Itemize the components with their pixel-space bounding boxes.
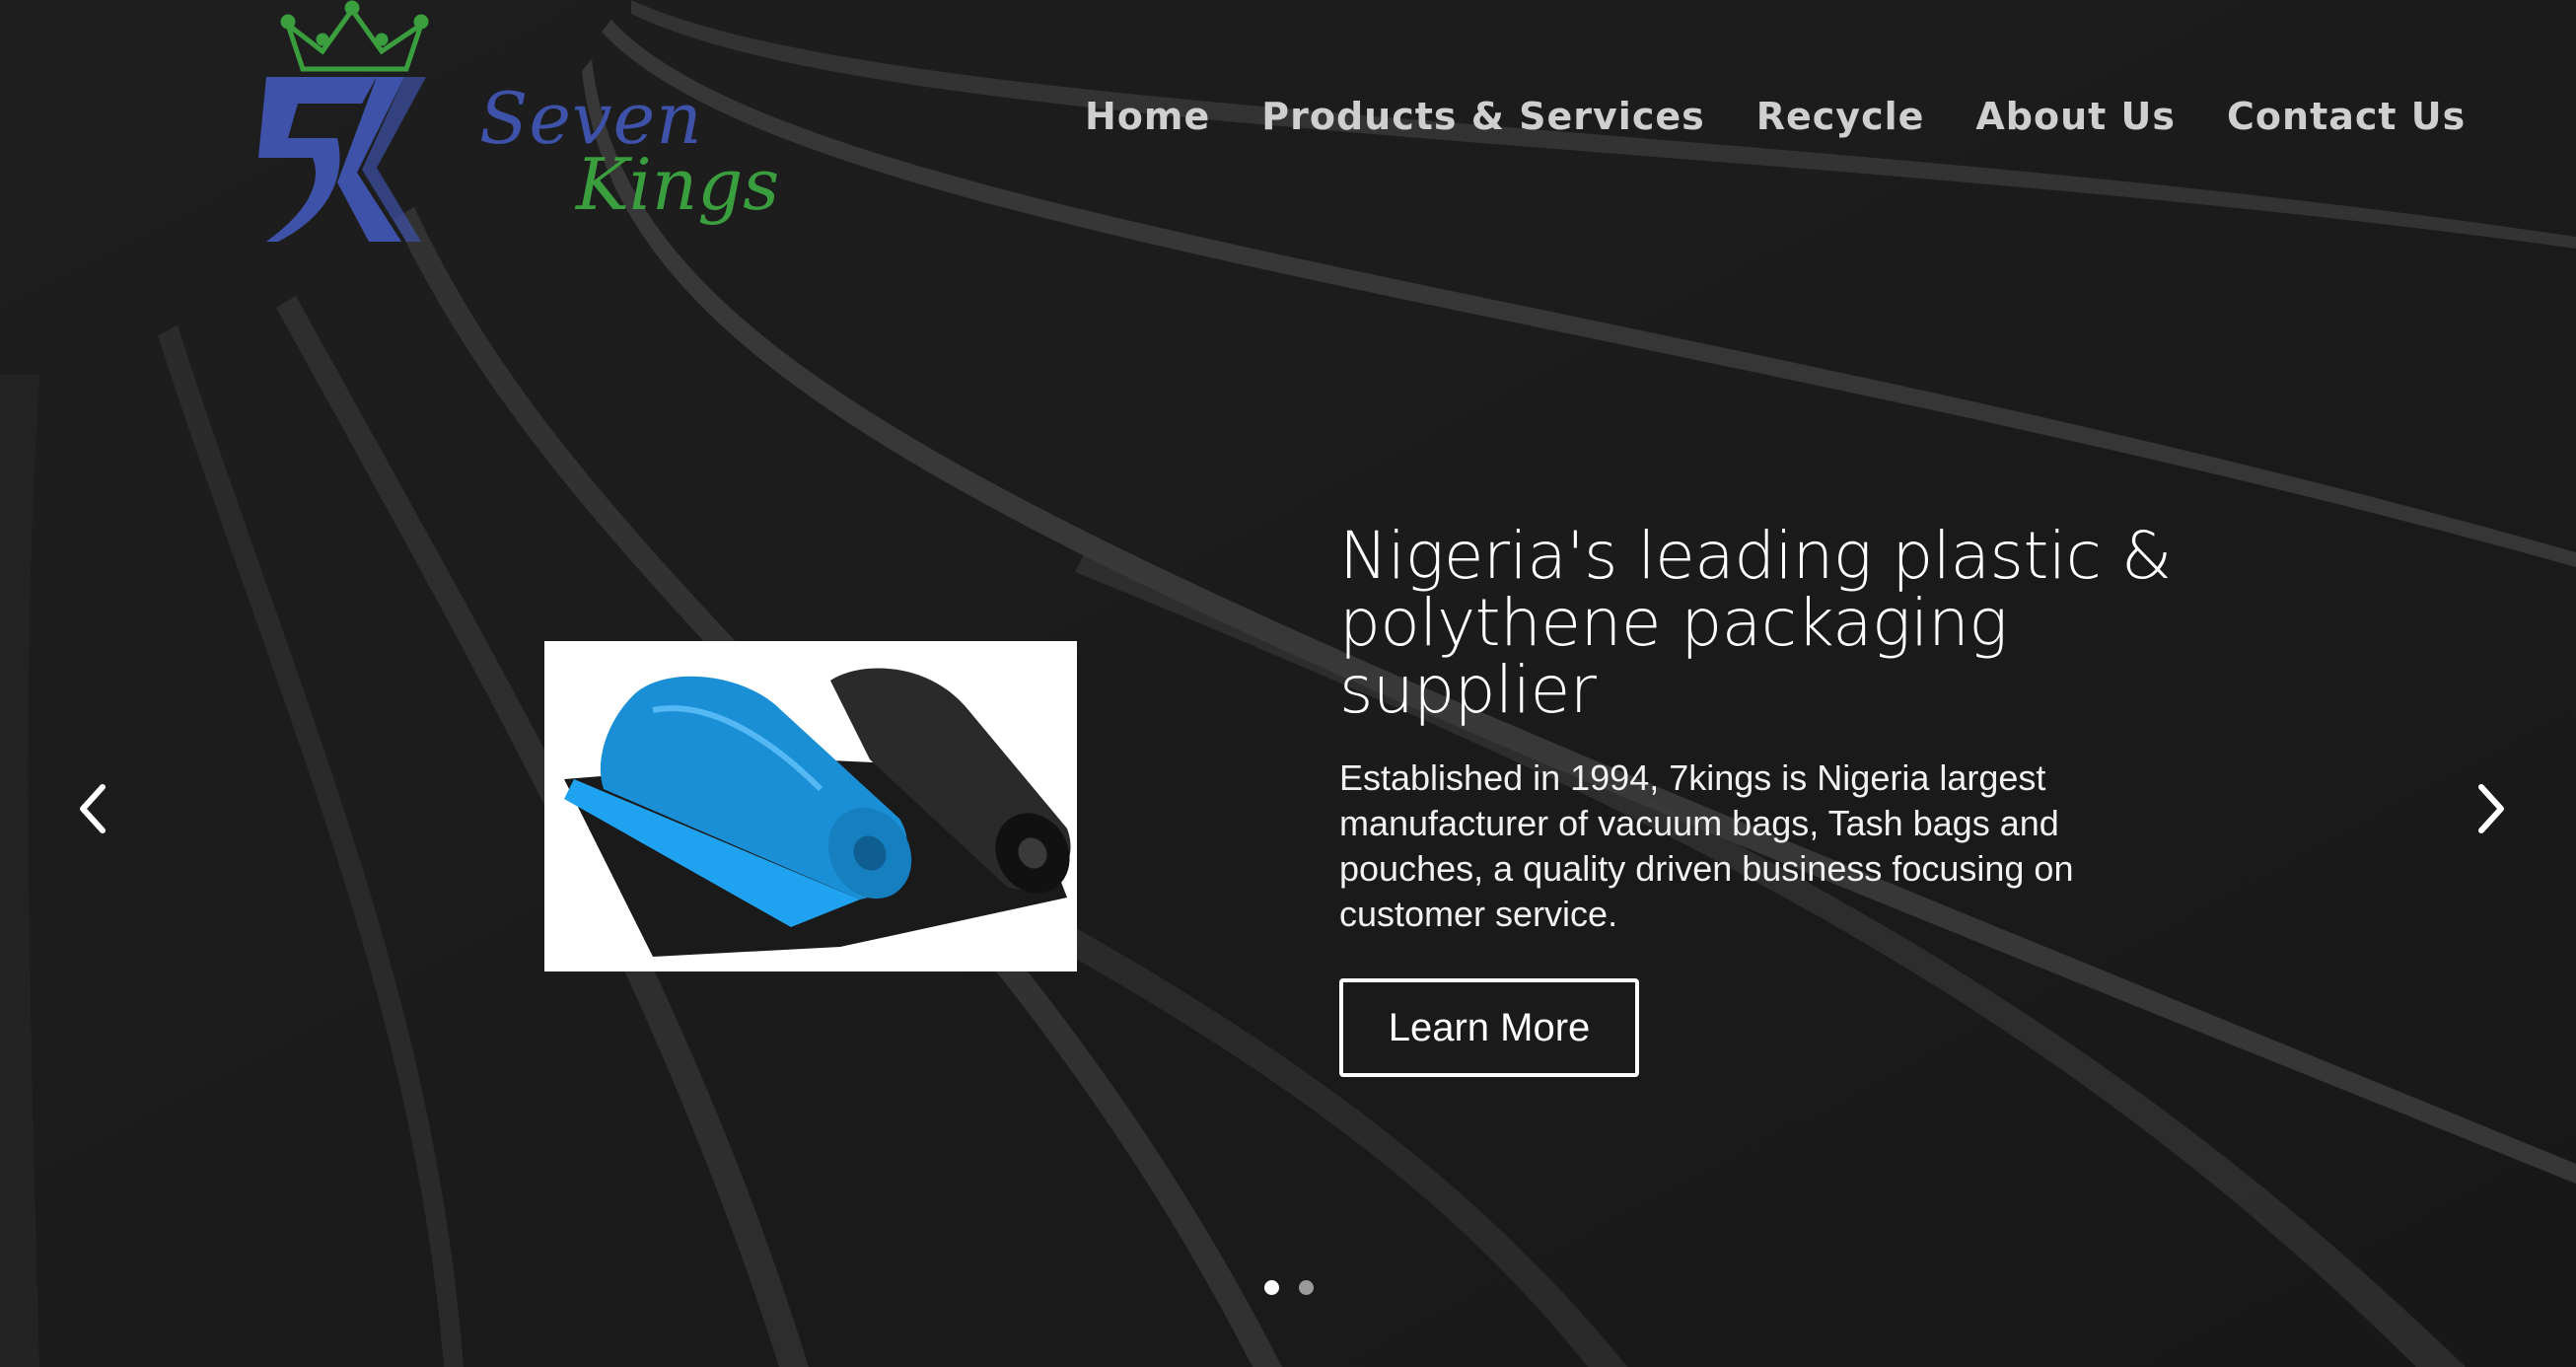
learn-more-button[interactable]: Learn More [1339, 978, 1639, 1077]
slide-headline: Nigeria's leading plastic & polythene pa… [1339, 518, 2172, 728]
nav-recycle[interactable]: Recycle [1756, 95, 1925, 138]
bag-rolls-illustration [564, 668, 1071, 957]
main-nav: Home Products & Services Recycle About U… [1085, 95, 2517, 138]
carousel-next-button[interactable] [2462, 779, 2521, 838]
nav-contact-us[interactable]: Contact Us [2227, 95, 2466, 138]
nav-products-services[interactable]: Products & Services [1261, 95, 1704, 138]
chevron-right-icon [2478, 784, 2504, 833]
carousel-pagination [1264, 1280, 1314, 1295]
chevron-left-icon [80, 784, 106, 833]
carousel-prev-button[interactable] [63, 779, 122, 838]
slide-description: Established in 1994, 7kings is Nigeria l… [1339, 757, 2074, 934]
nav-home[interactable]: Home [1085, 95, 1210, 138]
slide-product-image [544, 641, 1077, 971]
brand-name-line2: Kings [576, 143, 780, 226]
nav-about-us[interactable]: About Us [1975, 95, 2176, 138]
carousel-dot-2[interactable] [1299, 1280, 1314, 1295]
carousel-dot-1[interactable] [1264, 1280, 1279, 1295]
hero-slider: Seven Kings Home Products & Services Rec… [0, 0, 2576, 1367]
